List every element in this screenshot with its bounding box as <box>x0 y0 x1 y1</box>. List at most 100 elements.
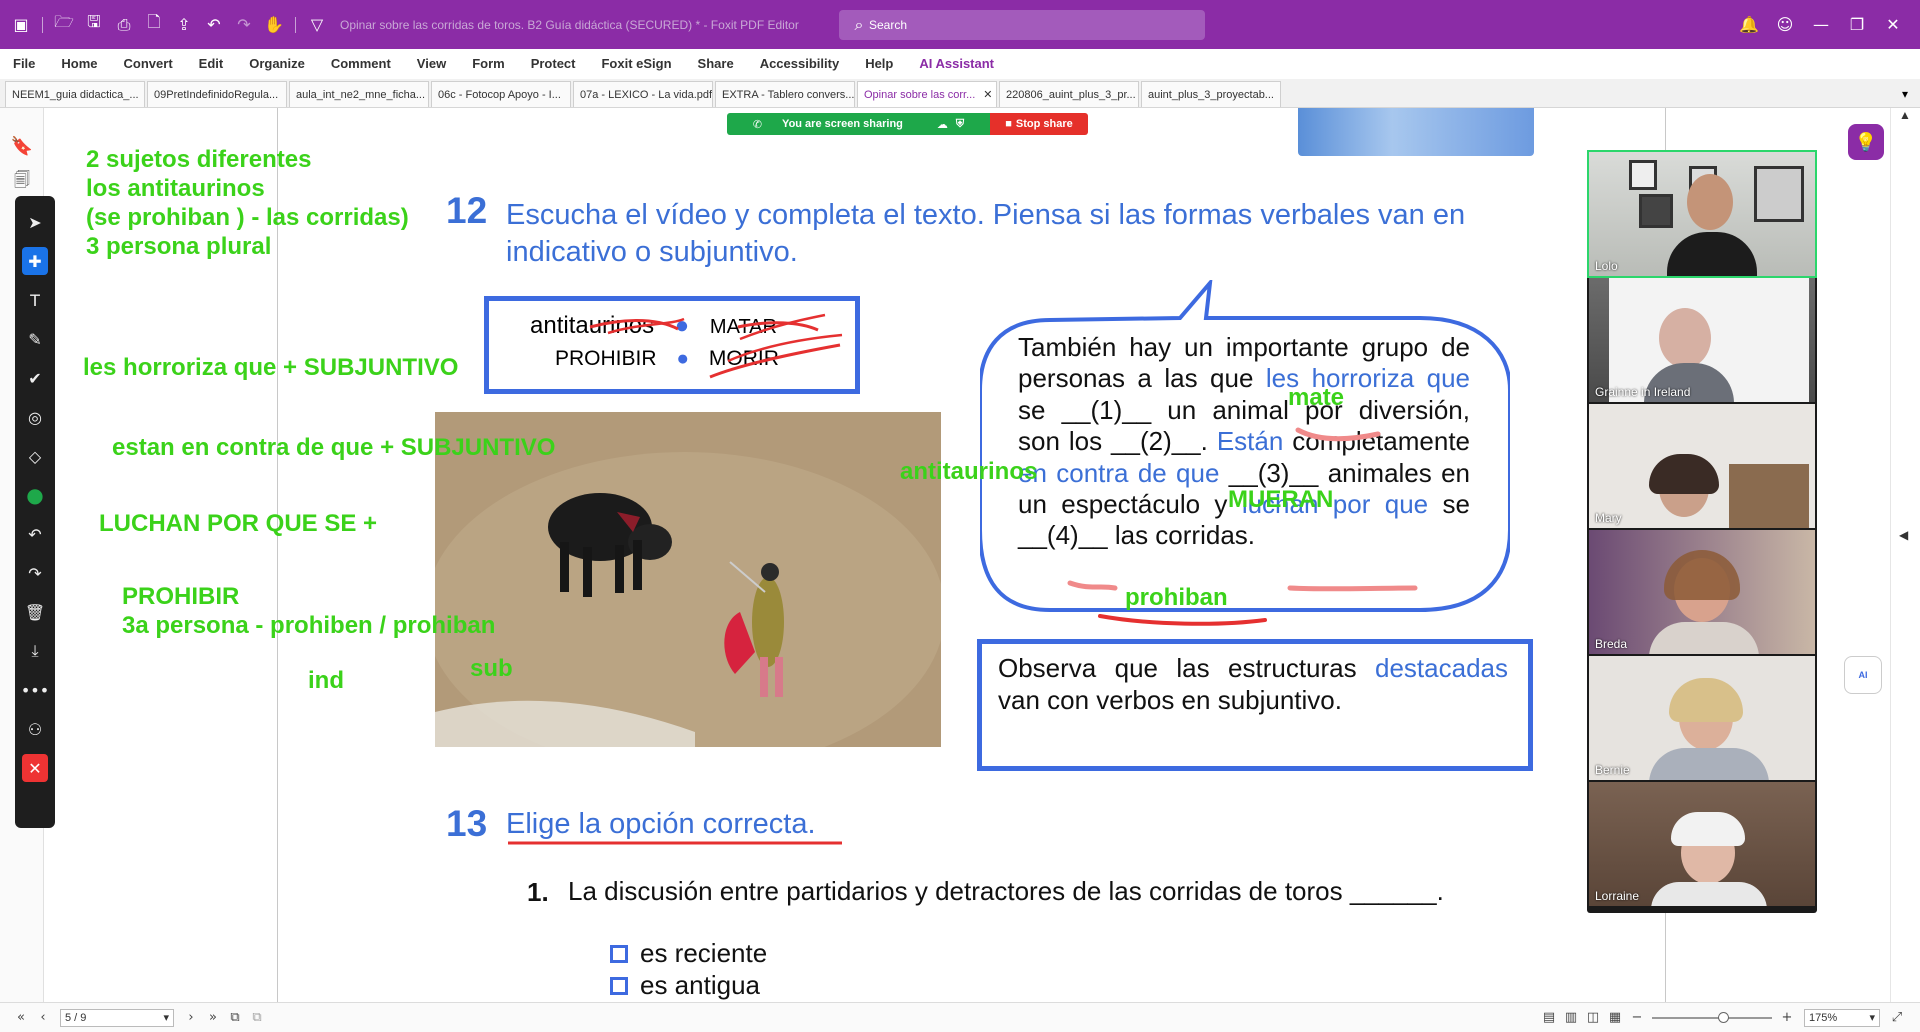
tab-label: 06c - Fotocop Apoyo - I... <box>438 88 561 101</box>
facing-view-icon[interactable]: ◫ <box>1582 1010 1604 1025</box>
page-selector[interactable]: 5 / 9 ▾ <box>60 1008 174 1027</box>
grid-view-icon[interactable]: ▦ <box>1604 1010 1626 1025</box>
single-page-view-icon[interactable]: ▤ <box>1538 1010 1560 1025</box>
document-tab[interactable]: auint_plus_3_proyectab... <box>1141 81 1281 107</box>
more-options-icon[interactable]: ••• <box>21 676 49 704</box>
pages-icon[interactable]: 🗐 <box>0 164 44 200</box>
participant-tile[interactable]: Lolo <box>1587 150 1817 278</box>
menu-share[interactable]: Share <box>685 56 747 71</box>
participant-tile[interactable]: Lorraine <box>1589 782 1815 906</box>
handwritten-note: 3 persona plural <box>86 233 272 260</box>
checkbox-icon[interactable] <box>610 976 628 995</box>
redo-icon[interactable]: ↷ <box>22 559 48 587</box>
shield-icon: ⛨ <box>955 117 965 130</box>
continuous-view-icon[interactable]: ▥ <box>1560 1010 1582 1025</box>
stop-share-button[interactable]: ■ Stop share <box>990 113 1088 135</box>
undo-icon[interactable]: ↶ <box>22 520 48 548</box>
minimize-icon[interactable]: — <box>1808 12 1834 38</box>
menu-form[interactable]: Form <box>459 56 518 71</box>
stamp-icon[interactable]: ◎ <box>22 403 48 431</box>
checkbox-icon[interactable] <box>610 944 628 963</box>
open-folder-icon[interactable]: 🗁 <box>51 12 77 38</box>
document-tab-active[interactable]: Opinar sobre las corr... ✕ <box>857 81 997 107</box>
document-tab[interactable]: 220806_auint_plus_3_pr... <box>999 81 1139 107</box>
close-annotation-icon[interactable]: ✕ <box>22 754 48 782</box>
menu-organize[interactable]: Organize <box>236 56 318 71</box>
document-tab[interactable]: NEEM1_guia didactica_... <box>5 81 145 107</box>
menu-comment[interactable]: Comment <box>318 56 404 71</box>
zoom-in-icon[interactable]: + <box>1776 1010 1798 1025</box>
save-icon[interactable]: 🖫 <box>81 12 107 38</box>
hand-tool-icon[interactable]: ✋ <box>261 12 287 38</box>
fullscreen-icon[interactable]: ⤢ <box>1886 1010 1908 1025</box>
select-arrow-icon[interactable]: ➤ <box>22 208 48 236</box>
zoom-selector[interactable]: 175% ▾ <box>1804 1008 1880 1027</box>
search-box[interactable]: ⌕ Search <box>839 10 1205 40</box>
participant-tile[interactable]: Bernie <box>1589 656 1815 780</box>
menu-file[interactable]: File <box>0 56 48 71</box>
menu-edit[interactable]: Edit <box>186 56 237 71</box>
menu-accessibility[interactable]: Accessibility <box>747 56 853 71</box>
trash-icon[interactable]: 🗑 <box>22 598 48 626</box>
download-icon[interactable]: ⤓ <box>22 637 48 665</box>
document-tab[interactable]: 09PretIndefinidoRegula... <box>147 81 287 107</box>
option-label: es antigua <box>640 970 760 1000</box>
zoom-out-icon[interactable]: − <box>1626 1010 1648 1025</box>
color-picker-icon[interactable]: ● <box>22 481 48 509</box>
new-document-icon[interactable]: 🗋 <box>141 12 167 38</box>
collapse-panel-icon[interactable]: ◀ <box>1899 528 1908 542</box>
participant-tile[interactable]: Breda <box>1589 530 1815 654</box>
print-icon[interactable]: ⎙ <box>111 12 137 38</box>
close-tab-icon[interactable]: ✕ <box>983 88 992 101</box>
option-es-antigua[interactable]: es antigua <box>610 970 760 1001</box>
close-icon[interactable]: ✕ <box>1880 12 1906 38</box>
ai-headset-icon[interactable]: AI <box>1844 656 1882 694</box>
menu-help[interactable]: Help <box>852 56 906 71</box>
pen-icon[interactable]: ✎ <box>22 325 48 353</box>
export-icon[interactable]: ⇪ <box>171 12 197 38</box>
two-page-icon[interactable]: ⧉ <box>246 1010 268 1025</box>
redo-icon[interactable]: ↷ <box>231 12 257 38</box>
first-page-icon[interactable]: « <box>10 1010 32 1025</box>
copy-page-icon[interactable]: ⧉ <box>224 1010 246 1025</box>
undo-icon[interactable]: ↶ <box>201 12 227 38</box>
document-tab[interactable]: 07a - LEXICO - La vida.pdf <box>573 81 713 107</box>
document-tab[interactable]: 06c - Fotocop Apoyo - I... <box>431 81 571 107</box>
question-1-text: La discusión entre partidarios y detract… <box>568 876 1444 906</box>
chevron-down-icon: ▾ <box>163 1012 169 1024</box>
participant-body <box>1649 622 1759 654</box>
restore-icon[interactable]: ❐ <box>1844 12 1870 38</box>
menu-foxit-esign[interactable]: Foxit eSign <box>588 56 684 71</box>
separator <box>42 16 43 33</box>
user-settings-icon[interactable]: ⚇ <box>22 715 48 743</box>
menu-ai-assistant[interactable]: AI Assistant <box>906 56 1007 71</box>
zoom-slider-handle[interactable] <box>1718 1011 1729 1023</box>
app-logo-icon[interactable]: ▣ <box>8 12 34 38</box>
notification-bell-icon[interactable]: 🔔 <box>1736 12 1762 38</box>
menu-convert[interactable]: Convert <box>111 56 186 71</box>
observe-text-part: van con verbos en subjuntivo. <box>998 684 1342 715</box>
document-tab[interactable]: aula_int_ne2_mne_ficha... <box>289 81 429 107</box>
last-page-icon[interactable]: » <box>202 1010 224 1025</box>
ai-assistant-bulb-icon[interactable]: 💡 <box>1848 124 1884 160</box>
zoom-slider[interactable] <box>1652 1011 1772 1023</box>
eraser-icon[interactable]: ◇ <box>22 442 48 470</box>
participant-tile[interactable]: Mary <box>1589 404 1815 528</box>
handwritten-note: ind <box>308 667 344 694</box>
menu-home[interactable]: Home <box>48 56 110 71</box>
previous-page-icon[interactable]: ‹ <box>32 1010 54 1025</box>
move-tool-icon[interactable]: ✚ <box>22 247 48 275</box>
account-icon[interactable]: ☺ <box>1772 12 1798 38</box>
checkmark-icon[interactable]: ✔ <box>22 364 48 392</box>
document-tab[interactable]: EXTRA - Tablero convers... <box>715 81 855 107</box>
menu-view[interactable]: View <box>404 56 459 71</box>
option-es-reciente[interactable]: es reciente <box>610 938 767 969</box>
scroll-up-icon[interactable]: ▲ <box>1899 108 1911 122</box>
text-tool-icon[interactable]: T <box>22 286 48 314</box>
tab-overflow-icon[interactable]: ▾ <box>1890 87 1920 107</box>
customize-dropdown-icon[interactable]: ▽ <box>304 12 330 38</box>
next-page-icon[interactable]: › <box>180 1010 202 1025</box>
participant-tile[interactable]: Grainne in Ireland <box>1589 278 1815 402</box>
bookmark-icon[interactable]: 🔖 <box>0 128 44 164</box>
menu-protect[interactable]: Protect <box>518 56 589 71</box>
